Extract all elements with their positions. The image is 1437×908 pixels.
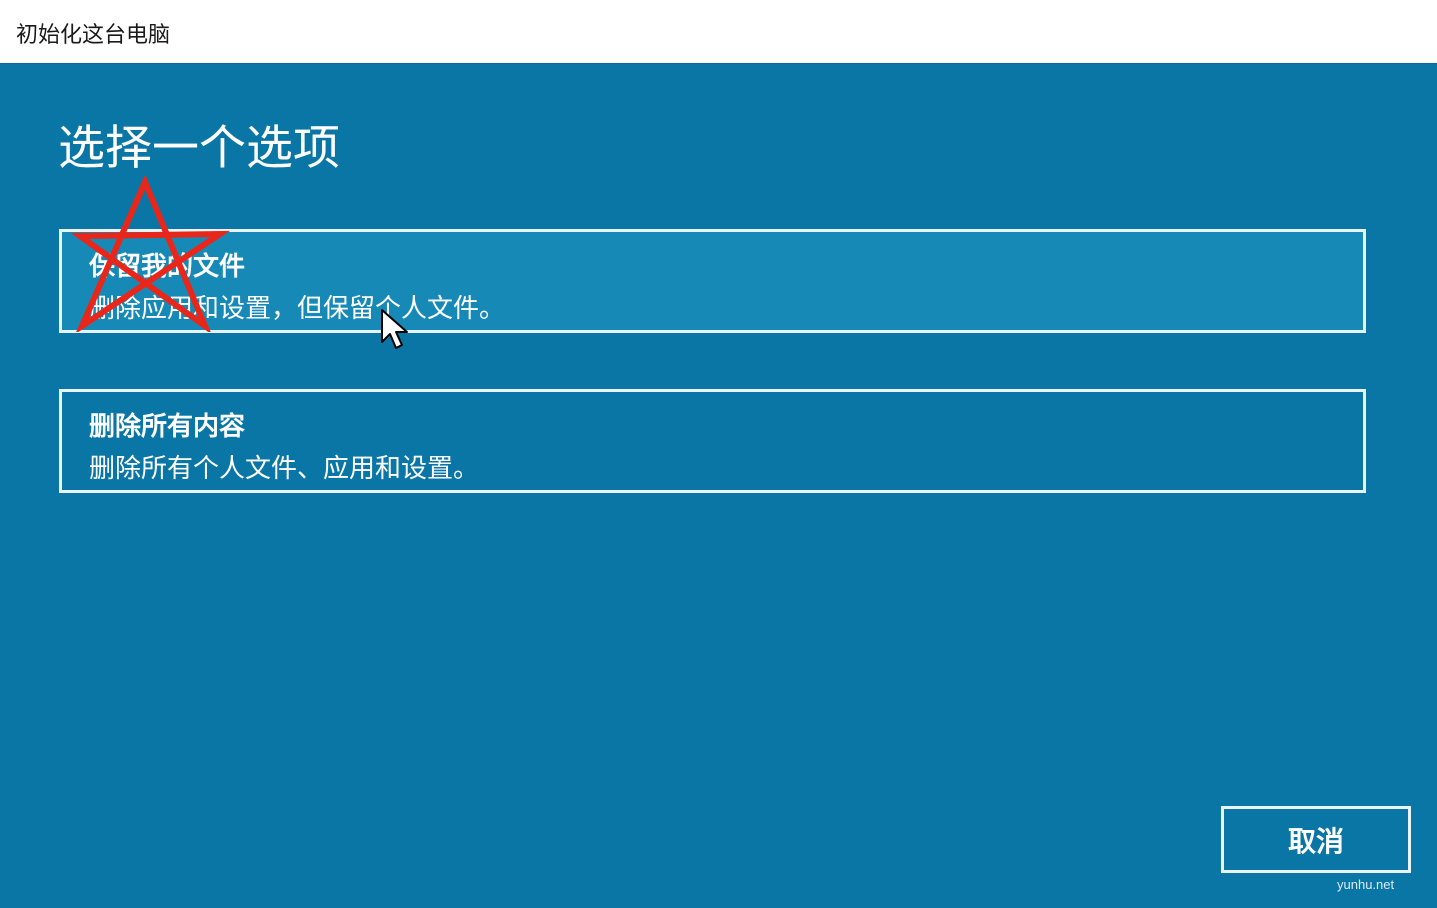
remove-everything-option[interactable]: 删除所有内容 删除所有个人文件、应用和设置。 bbox=[59, 389, 1366, 493]
watermark-text: yunhu.net bbox=[1337, 877, 1395, 892]
option-title: 删除所有内容 bbox=[89, 412, 246, 442]
option-description: 删除所有个人文件、应用和设置。 bbox=[89, 454, 480, 484]
window-title: 初始化这台电脑 bbox=[16, 23, 171, 48]
option-title: 保留我的文件 bbox=[89, 252, 246, 282]
cancel-button[interactable]: 取消 bbox=[1221, 806, 1411, 873]
option-description: 删除应用和设置，但保留个人文件。 bbox=[89, 294, 506, 324]
reset-pc-window: 初始化这台电脑 选择一个选项 保留我的文件 删除应用和设置，但保留个人文件。 删… bbox=[0, 0, 1437, 908]
main-content: 选择一个选项 保留我的文件 删除应用和设置，但保留个人文件。 删除所有内容 删除… bbox=[0, 64, 1437, 908]
keep-my-files-option[interactable]: 保留我的文件 删除应用和设置，但保留个人文件。 bbox=[59, 229, 1366, 333]
page-heading: 选择一个选项 bbox=[58, 121, 340, 176]
title-bar: 初始化这台电脑 bbox=[0, 0, 1437, 64]
